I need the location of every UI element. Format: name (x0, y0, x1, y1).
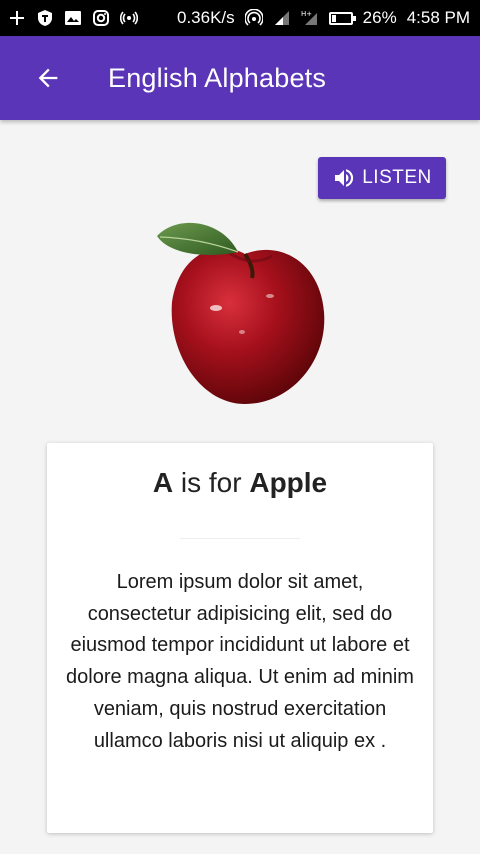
network-speed: 0.36K/s (177, 8, 235, 27)
volume-icon (335, 169, 354, 187)
shield-icon (36, 9, 54, 27)
page-title: English Alphabets (108, 62, 327, 93)
card-title: A is for Apple (47, 467, 433, 499)
status-left-icons (8, 9, 138, 27)
image-icon (64, 9, 82, 27)
signal-h-plus-icon: H+ (301, 9, 319, 27)
listen-button[interactable]: LISTEN (318, 157, 446, 199)
hotspot-icon (244, 9, 263, 27)
arrow-back-icon (38, 68, 58, 88)
apple-image (150, 212, 330, 412)
card-description: Lorem ipsum dolor sit amet, consectetur … (66, 571, 414, 752)
svg-text:H+: H+ (301, 10, 312, 18)
card-title-middle: is for (173, 467, 250, 498)
clock: 4:58 PM (406, 8, 470, 27)
battery-icon (328, 11, 356, 25)
broadcast-icon (120, 9, 138, 27)
status-bar: 0.36K/s H+ 26% 4:58 PM (0, 0, 480, 36)
listen-label: LISTEN (362, 167, 432, 188)
signal-icon (273, 9, 291, 27)
status-right-icons: 0.36K/s H+ 26% 4:58 PM (177, 8, 470, 28)
instagram-icon (92, 9, 110, 27)
battery-percent: 26% (362, 8, 397, 27)
back-button[interactable] (24, 54, 72, 102)
letter-card: A is for Apple Lorem ipsum dolor sit ame… (47, 443, 433, 833)
card-word: Apple (249, 467, 328, 498)
plus-icon (8, 9, 26, 27)
card-divider (180, 538, 300, 539)
app-bar: English Alphabets (0, 36, 480, 120)
card-letter: A (152, 467, 174, 498)
